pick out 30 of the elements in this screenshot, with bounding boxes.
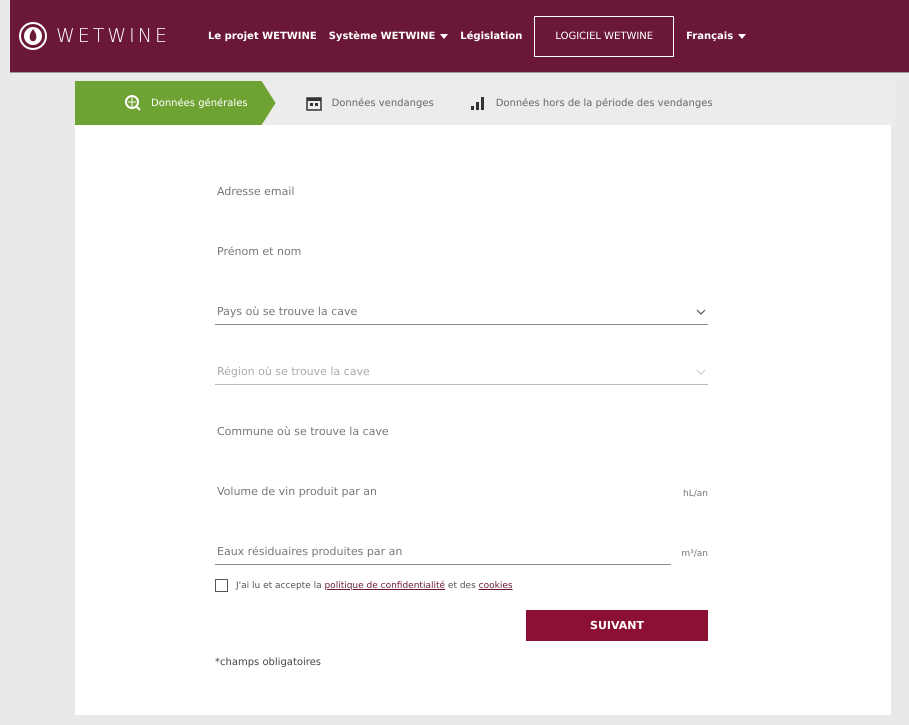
cookies-link[interactable]: cookies bbox=[478, 580, 513, 590]
step-tab[interactable]: Données vendanges bbox=[276, 81, 452, 125]
chevron-down-icon bbox=[696, 308, 706, 314]
required-fields-note: *champs obligatoires bbox=[215, 657, 322, 668]
logo-text: WETWINE bbox=[56, 25, 170, 47]
form-field[interactable]: Adresse email bbox=[215, 179, 708, 205]
privacy-policy-link[interactable]: politique de confidentialité bbox=[324, 580, 446, 590]
form-field[interactable]: Prénom et nom bbox=[215, 239, 708, 265]
consent-checkbox[interactable] bbox=[215, 579, 228, 592]
nav-link[interactable]: Le projet WETWINE bbox=[208, 30, 317, 42]
next-button[interactable]: SUIVANT bbox=[526, 610, 708, 641]
form-field[interactable]: Volume de vin produit par an bbox=[215, 479, 674, 505]
form-field[interactable]: Commune où se trouve la cave bbox=[215, 419, 708, 445]
unit-label: hL/an bbox=[683, 489, 708, 499]
caret-icon bbox=[440, 34, 448, 38]
form-field[interactable]: Eaux résiduaires produites par an bbox=[215, 539, 672, 565]
caret-icon bbox=[738, 34, 746, 38]
consent-text: J'ai lu et accepte la politique de confidentialité et des cookies bbox=[236, 580, 513, 590]
nav-link[interactable]: Français bbox=[686, 30, 746, 42]
unit-label: m³/an bbox=[681, 549, 708, 559]
step-tab[interactable]: Données générales bbox=[75, 81, 276, 125]
step-tab[interactable]: Données hors de la période des vendanges bbox=[452, 81, 731, 125]
nav-link[interactable]: Système WETWINE bbox=[328, 30, 448, 42]
calendar-icon bbox=[306, 95, 322, 111]
chevron-down-icon bbox=[696, 368, 706, 374]
nav-link[interactable]: Législation bbox=[460, 30, 522, 42]
form-field[interactable]: Pays où se trouve la cave bbox=[215, 299, 708, 325]
drop-logo-icon bbox=[18, 21, 48, 51]
bar-chart-icon bbox=[470, 95, 486, 111]
nav-link[interactable]: LOGICIEL WETWINE bbox=[534, 16, 674, 56]
